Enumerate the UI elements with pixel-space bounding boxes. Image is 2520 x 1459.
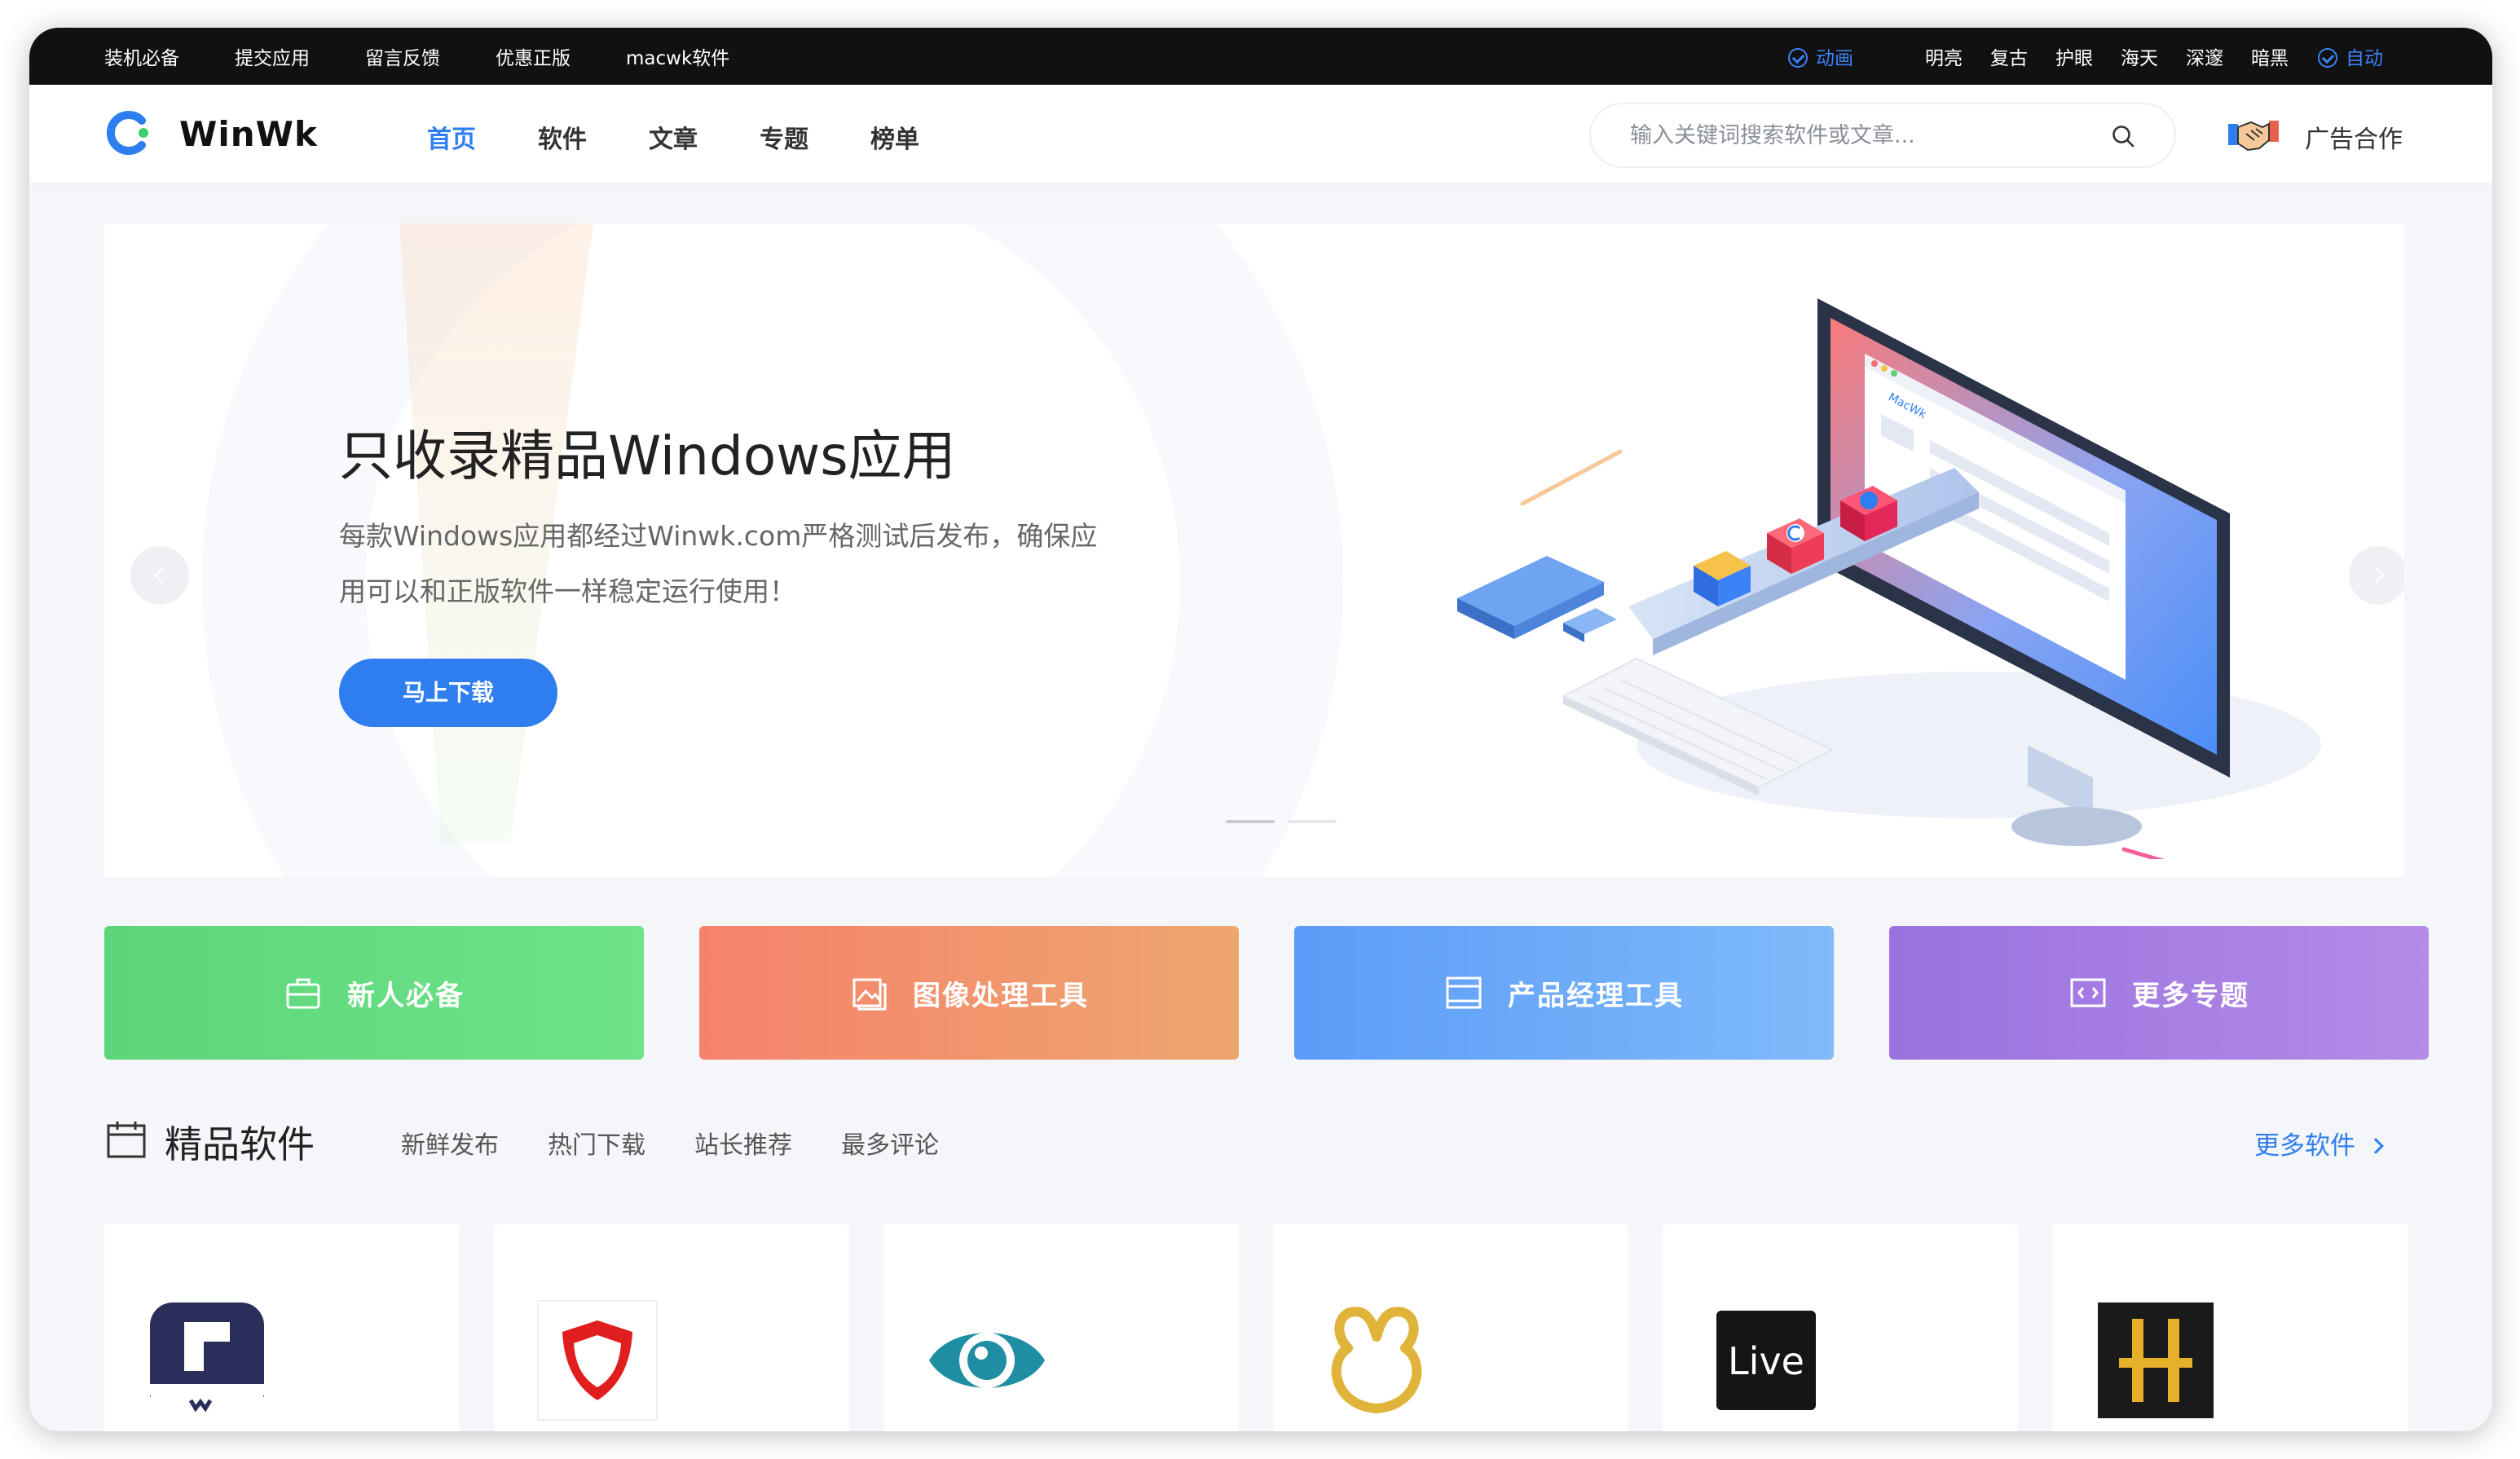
theme-sea-sky[interactable]: 海天: [2121, 42, 2158, 70]
image-icon: [852, 978, 887, 1011]
download-now-button[interactable]: 马上下载: [339, 659, 557, 727]
navicat-icon: [1331, 1307, 1422, 1413]
app-card[interactable]: [104, 1224, 460, 1431]
carousel-prev-arrow-icon[interactable]: [130, 546, 189, 605]
top-utility-bar: 装机必备 提交应用 留言反馈 优惠正版 macwk软件 动画 明亮 复古 护眼 …: [29, 28, 2492, 85]
computer-illustration: MacWk: [1457, 298, 2321, 859]
search-input[interactable]: [1630, 119, 2103, 152]
category-label: 产品经理工具: [1508, 979, 1684, 1012]
category-label: 更多专题: [2132, 979, 2249, 1012]
animation-label: 动画: [1816, 48, 1853, 69]
more-software-label: 更多软件: [2254, 1131, 2355, 1161]
search-icon[interactable]: [2111, 124, 2135, 148]
theme-auto[interactable]: 自动: [2318, 42, 2383, 70]
live-icon-label: Live: [1728, 1339, 1804, 1383]
tab-popular-downloads[interactable]: 热门下载: [548, 1125, 645, 1161]
banner-subtitle: 每款Windows应用都经过Winwk.com严格测试后发布，确保应用可以和正版…: [339, 520, 1098, 607]
chevron-right-icon: [2368, 1138, 2384, 1154]
topbar-link-feedback[interactable]: 留言反馈: [365, 42, 440, 70]
red-shield-antivirus-icon: [537, 1300, 658, 1421]
nav-rankings[interactable]: 榜单: [870, 119, 919, 155]
topbar-link-discount[interactable]: 优惠正版: [496, 42, 571, 70]
theme-eyecare[interactable]: 护眼: [2055, 42, 2093, 70]
category-more-topics[interactable]: 更多专题: [1889, 926, 2429, 1060]
category-pm-tools[interactable]: 产品经理工具: [1294, 926, 1834, 1060]
section-title: 精品软件: [165, 1122, 315, 1166]
nav-home[interactable]: 首页: [427, 119, 476, 155]
handshake-icon[interactable]: [2227, 109, 2280, 158]
logo-text[interactable]: WinWk: [179, 114, 318, 154]
code-icon: [2070, 978, 2106, 1007]
category-label: 图像处理工具: [913, 979, 1089, 1012]
check-circle-icon: [1788, 48, 1808, 68]
app-card[interactable]: [494, 1224, 849, 1431]
theme-deep[interactable]: 深邃: [2186, 42, 2223, 70]
tab-new-releases[interactable]: 新鲜发布: [401, 1125, 499, 1161]
browser-window: 装机必备 提交应用 留言反馈 优惠正版 macwk软件 动画 明亮 复古 护眼 …: [29, 28, 2492, 1431]
hero-banner: 只收录精品Windows应用 每款Windows应用都经过Winwk.com严格…: [104, 223, 2404, 877]
carousel-dot-active[interactable]: [1226, 820, 1275, 823]
topbar-link-submit-app[interactable]: 提交应用: [235, 42, 310, 70]
app-card[interactable]: [2052, 1224, 2408, 1431]
check-circle-icon: [2318, 48, 2337, 68]
ableton-live-icon: Live: [1716, 1311, 1816, 1410]
theme-retro[interactable]: 复古: [1990, 42, 2028, 70]
theme-dark[interactable]: 暗黑: [2251, 42, 2289, 70]
app-card[interactable]: [883, 1224, 1239, 1431]
calendar-icon: [107, 1122, 146, 1158]
tab-editor-picks[interactable]: 站长推荐: [694, 1125, 792, 1161]
teal-eye-icon: [929, 1333, 1045, 1388]
more-software-link[interactable]: 更多软件: [2254, 1125, 2384, 1161]
category-image-tools[interactable]: 图像处理工具: [699, 926, 1239, 1060]
auto-label: 自动: [2346, 48, 2383, 69]
carousel-dot[interactable]: [1288, 820, 1337, 823]
ad-cooperation-link[interactable]: 广告合作: [2305, 119, 2403, 155]
window-icon: [1446, 976, 1482, 1009]
h-logo-icon: [2098, 1303, 2214, 1418]
app-card[interactable]: [1273, 1224, 1628, 1431]
tab-most-comments[interactable]: 最多评论: [841, 1125, 939, 1161]
briefcase-icon: [286, 978, 320, 1009]
wondershare-pdfelement-icon: [150, 1303, 264, 1417]
topbar-link-essentials[interactable]: 装机必备: [104, 42, 179, 70]
app-card[interactable]: Live: [1663, 1224, 2018, 1431]
nav-topics[interactable]: 专题: [760, 119, 808, 155]
topbar-link-macwk[interactable]: macwk软件: [626, 42, 729, 70]
nav-software[interactable]: 软件: [538, 119, 587, 155]
animation-toggle[interactable]: 动画: [1788, 42, 1853, 70]
nav-articles[interactable]: 文章: [649, 119, 698, 155]
category-newcomer-essentials[interactable]: 新人必备: [104, 926, 644, 1060]
winwk-logo-icon[interactable]: [104, 109, 152, 156]
category-label: 新人必备: [347, 979, 465, 1012]
banner-title: 只收录精品Windows应用: [339, 425, 956, 487]
theme-bright[interactable]: 明亮: [1925, 42, 1963, 70]
site-header: WinWk 首页 软件 文章 专题 榜单 广告合作: [29, 85, 2492, 183]
search-box: [1589, 103, 2176, 168]
